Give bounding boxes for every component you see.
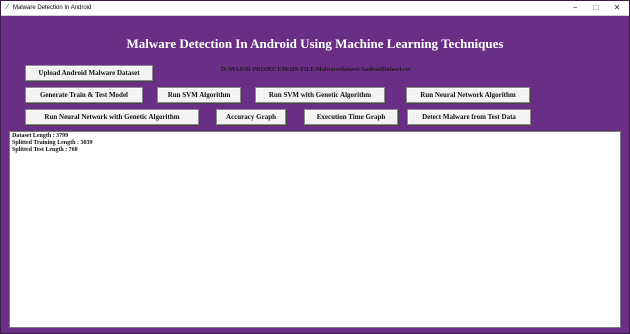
execution-time-graph-button[interactable]: Execution Time Graph (304, 109, 398, 125)
console-line: Dataset Length : 3799 (12, 133, 69, 139)
generate-train-test-button[interactable]: Generate Train & Test Model (25, 87, 143, 103)
accuracy-graph-button[interactable]: Accuracy Graph (216, 109, 286, 125)
run-neural-network-genetic-button[interactable]: Run Neural Network with Genetic Algorith… (25, 109, 199, 125)
close-button[interactable]: ✕ (611, 3, 623, 13)
feather-icon: ⁄ (6, 4, 9, 11)
minimize-button[interactable]: − (569, 3, 581, 13)
detect-malware-button[interactable]: Detect Malware from Test Data (407, 109, 531, 125)
window-title: Malware Detection In Android (13, 5, 92, 11)
upload-dataset-button[interactable]: Upload Android Malware Dataset (25, 65, 153, 81)
dataset-path-label: D:/MAJOR PROJECT/MAIN FILE/Malware/datas… (221, 67, 411, 73)
console-line: Splitted Test Length : 760 (12, 147, 78, 153)
run-svm-genetic-button[interactable]: Run SVM with Genetic Algorithm (255, 87, 385, 103)
console-line: Splitted Training Length : 3039 (12, 140, 93, 146)
maximize-button[interactable]: □ (590, 3, 602, 13)
run-svm-button[interactable]: Run SVM Algorithm (157, 87, 241, 103)
page-title: Malware Detection In Android Using Machi… (126, 36, 504, 51)
app-window: ⁄ Malware Detection In Android − □ ✕ Mal… (0, 0, 630, 334)
output-text-area[interactable]: Dataset Length : 3799 Splitted Training … (9, 131, 621, 328)
title-bar: ⁄ Malware Detection In Android − □ ✕ (1, 1, 629, 16)
run-neural-network-button[interactable]: Run Neural Network Algorithm (406, 87, 530, 103)
